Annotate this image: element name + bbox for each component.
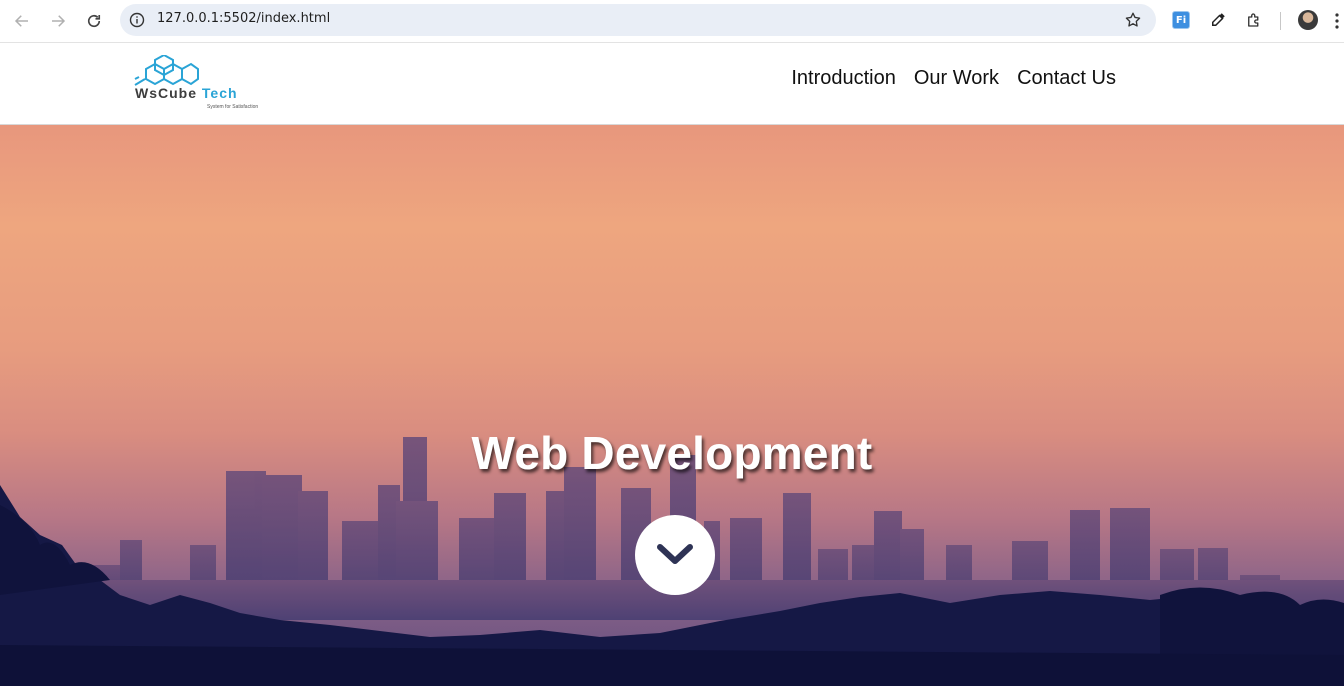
profile-avatar[interactable] [1298, 10, 1318, 30]
site-logo[interactable]: WsCube Tech System for Satisfaction [133, 55, 268, 111]
kebab-menu-icon[interactable] [1334, 12, 1340, 30]
nav-link-contact-us[interactable]: Contact Us [1017, 67, 1116, 90]
main-nav: Introduction Our Work Contact Us [791, 67, 1116, 90]
info-icon[interactable] [129, 12, 145, 28]
toolbar-divider [1280, 12, 1281, 30]
site-header: WsCube Tech System for Satisfaction Intr… [0, 43, 1344, 125]
eyedropper-icon [1212, 13, 1225, 26]
reload-button[interactable] [82, 9, 106, 33]
city-skyline-image [0, 437, 1344, 686]
reload-icon [87, 14, 101, 28]
logo-tagline: System for Satisfaction [207, 104, 259, 110]
extension-fi-icon: Fi [1172, 11, 1190, 29]
eyedropper-button[interactable] [1208, 10, 1228, 30]
url-text[interactable]: 127.0.0.1:5502/index.html [157, 11, 330, 26]
logo-wordmark: WsCube Tech [135, 85, 238, 101]
chevron-down-icon [657, 544, 693, 564]
extensions-button[interactable] [1244, 10, 1264, 30]
puzzle-icon [1248, 13, 1259, 27]
hero-title: Web Development [471, 426, 873, 479]
hero-banner: Web Development [0, 125, 1344, 686]
arrow-left-icon [14, 15, 28, 27]
arrow-right-icon [52, 15, 66, 27]
star-icon[interactable] [1124, 11, 1142, 29]
scroll-down-button[interactable] [635, 515, 715, 595]
nav-link-introduction[interactable]: Introduction [791, 67, 896, 90]
logo-brand-secondary: Tech [201, 85, 238, 101]
browser-toolbar: 127.0.0.1:5502/index.html Fi [0, 0, 1344, 43]
address-bar[interactable]: 127.0.0.1:5502/index.html [120, 4, 1156, 36]
forward-button[interactable] [46, 9, 70, 33]
extension-fi-button[interactable]: Fi [1171, 10, 1191, 30]
nav-link-our-work[interactable]: Our Work [914, 67, 999, 90]
logo-brand-primary: WsCube [135, 85, 197, 101]
back-button[interactable] [10, 9, 34, 33]
